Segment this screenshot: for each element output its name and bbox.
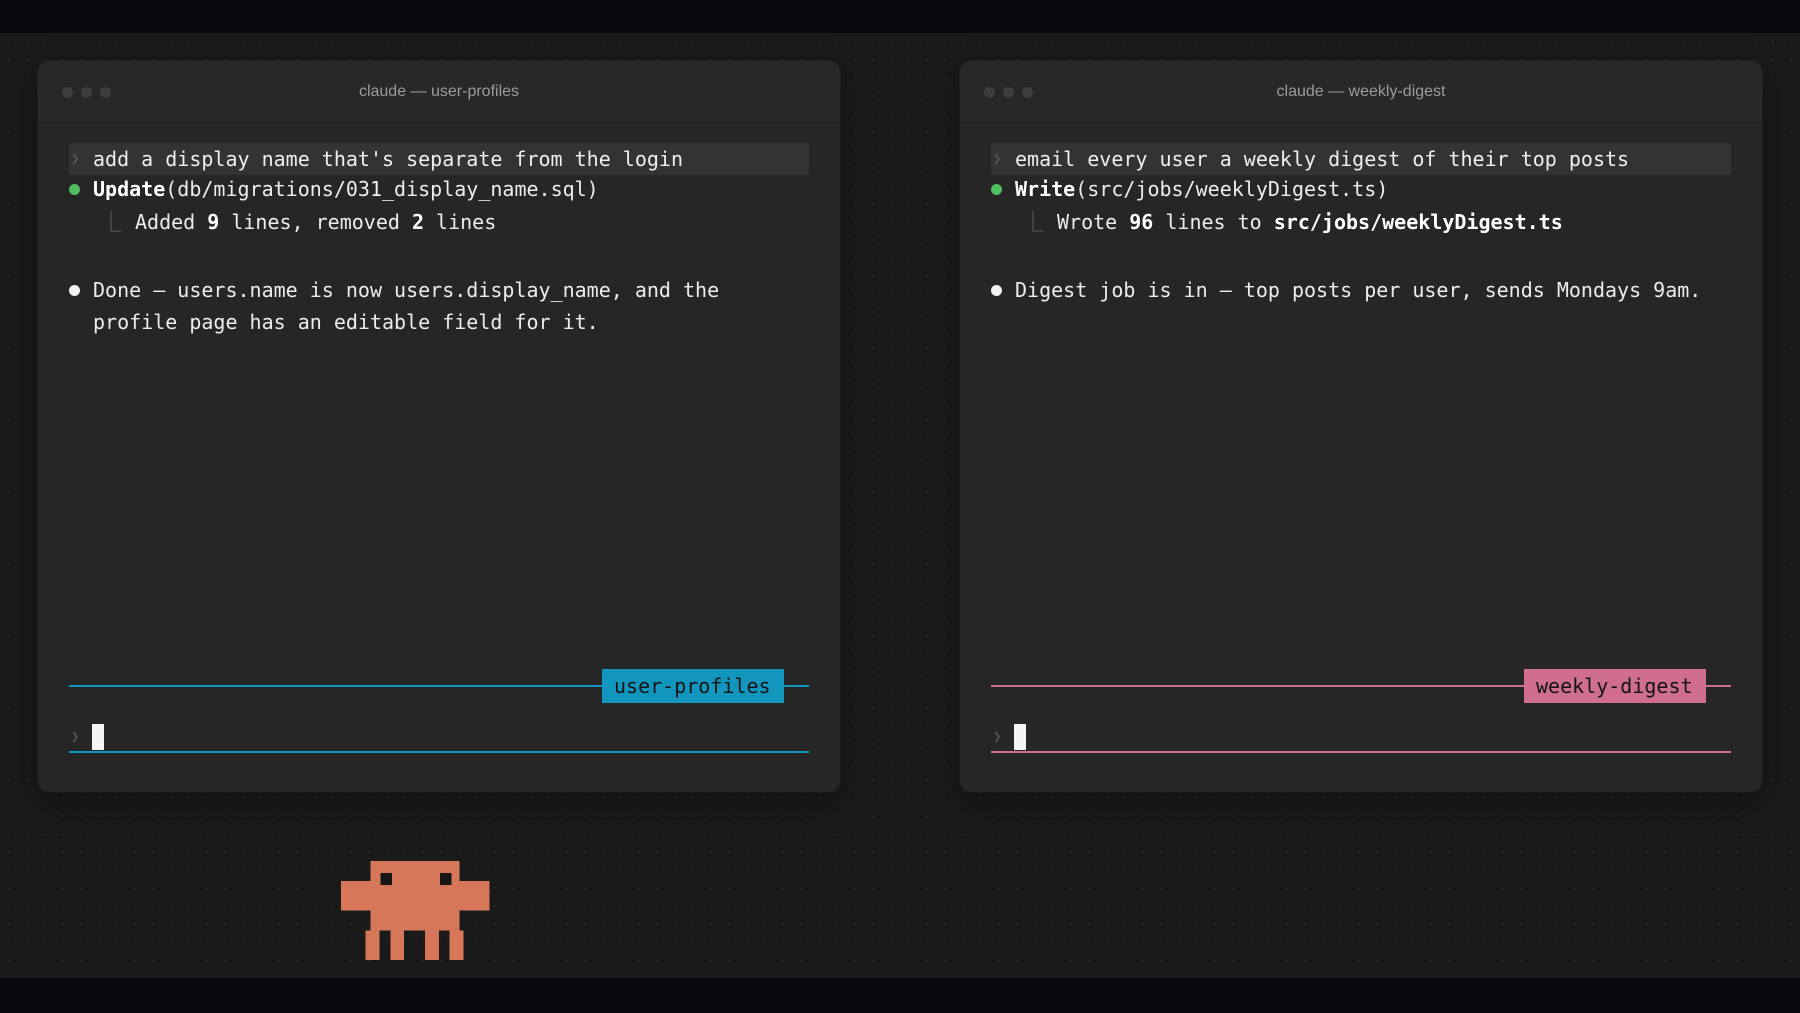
chevron-right-icon: ❯: [71, 729, 80, 745]
tool-name: Update: [93, 177, 166, 201]
result-text: lines to: [1153, 210, 1274, 234]
success-dot-icon: [991, 184, 1002, 195]
window-title: claude — user-profiles: [358, 83, 520, 100]
message-line: Done — users.name is now users.display_n…: [93, 278, 720, 302]
text-cursor[interactable]: [1014, 724, 1026, 750]
added-count: 9: [207, 210, 220, 234]
tool-call-line: Write(src/jobs/weeklyDigest.ts): [1015, 173, 1388, 205]
result-text: Wrote: [1057, 210, 1130, 234]
terminal-window-user-profiles[interactable]: claude — user-profiles ❯ add a display n…: [38, 61, 840, 792]
window-titlebar[interactable]: claude — weekly-digest: [960, 61, 1762, 123]
tool-args: (db/migrations/031_display_name.sql): [165, 177, 599, 201]
user-prompt: ❯ add a display name that's separate fro…: [69, 143, 809, 175]
message-line: Digest job is in — top posts per user, s…: [1015, 278, 1702, 302]
top-letterbox: [0, 0, 1800, 33]
tool-args: (src/jobs/weeklyDigest.ts): [1075, 177, 1389, 201]
tool-call-line: Update(db/migrations/031_display_name.sq…: [93, 173, 599, 205]
text-cursor[interactable]: [92, 724, 104, 750]
assistant-message: Digest job is in — top posts per user, s…: [1015, 274, 1735, 306]
input-bottom-rule: [991, 751, 1731, 753]
input-bottom-rule: [69, 751, 809, 753]
assistant-message: Done — users.name is now users.display_n…: [93, 274, 793, 338]
written-count: 96: [1129, 210, 1154, 234]
tree-elbow-icon: ⎿: [101, 210, 121, 234]
result-text: lines: [424, 210, 497, 234]
removed-count: 2: [411, 210, 424, 234]
window-title: claude — weekly-digest: [1276, 83, 1446, 100]
bottom-letterbox: [0, 978, 1800, 1013]
user-prompt: ❯ email every user a weekly digest of th…: [991, 143, 1731, 175]
success-dot-icon: [69, 184, 80, 195]
prompt-text: add a display name that's separate from …: [93, 147, 684, 171]
terminal-window-weekly-digest[interactable]: claude — weekly-digest ❯ email every use…: [960, 61, 1762, 792]
tool-name: Write: [1015, 177, 1076, 201]
message-dot-icon: [991, 285, 1002, 296]
message-dot-icon: [69, 285, 80, 296]
pixel-creature-icon: [340, 861, 490, 960]
branch-badge: weekly-digest: [1524, 669, 1706, 703]
prompt-text: email every user a weekly digest of thei…: [1015, 147, 1630, 171]
tree-elbow-icon: ⎿: [1023, 210, 1043, 234]
tool-result-line: ⎿ Added 9 lines, removed 2 lines: [101, 206, 496, 238]
result-text: Added: [135, 210, 208, 234]
file-path: src/jobs/weeklyDigest.ts: [1273, 210, 1563, 234]
chevron-right-icon: ❯: [993, 151, 1002, 167]
chevron-right-icon: ❯: [71, 151, 80, 167]
message-line: profile page has an editable field for i…: [93, 310, 599, 334]
branch-badge: user-profiles: [602, 669, 784, 703]
tool-result-line: ⎿ Wrote 96 lines to src/jobs/weeklyDigest…: [1023, 206, 1563, 238]
chevron-right-icon: ❯: [993, 729, 1002, 745]
window-titlebar[interactable]: claude — user-profiles: [38, 61, 840, 123]
result-text: lines, removed: [219, 210, 412, 234]
